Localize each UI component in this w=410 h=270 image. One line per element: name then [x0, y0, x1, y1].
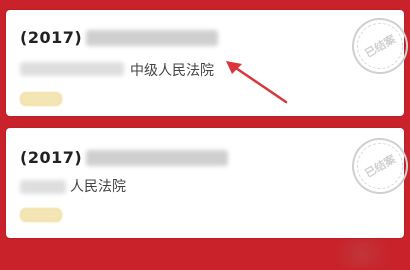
closed-case-stamp: 已结案: [341, 7, 410, 85]
redacted-court-prefix: [20, 62, 124, 76]
stamp-label: 已结案: [362, 152, 398, 181]
case-number-prefix: (2017): [20, 148, 83, 167]
redacted-court-prefix: [20, 180, 66, 194]
case-list-screen: (2017) 中级人民法院 已结案 (2017) 人民法院 已结案: [0, 0, 410, 270]
stamp-label: 已结案: [362, 32, 398, 61]
watermark: [322, 240, 402, 268]
case-status-tag: [20, 208, 62, 222]
closed-case-stamp: 已结案: [341, 127, 410, 205]
case-card[interactable]: (2017) 人民法院 已结案: [6, 127, 410, 238]
case-card[interactable]: (2017) 中级人民法院 已结案: [6, 7, 410, 116]
case-status-tag: [20, 92, 62, 106]
redacted-case-number: [86, 150, 228, 166]
redacted-case-number: [86, 30, 218, 46]
case-number-prefix: (2017): [20, 28, 83, 47]
court-name: 人民法院: [70, 179, 126, 195]
annotation-arrow-icon: [226, 61, 288, 104]
court-name: 中级人民法院: [130, 63, 214, 79]
